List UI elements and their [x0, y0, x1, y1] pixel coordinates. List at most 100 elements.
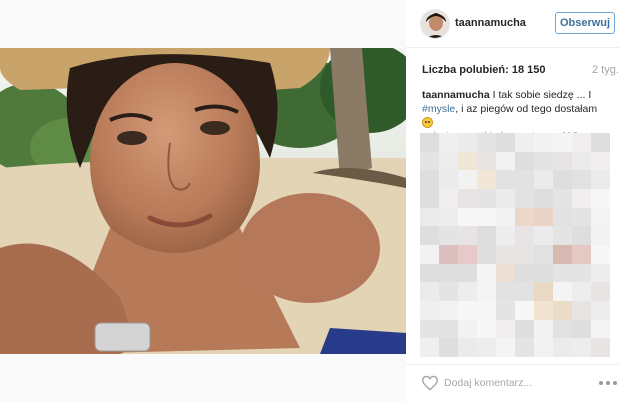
pixel-cell — [496, 226, 515, 245]
pixel-cell — [496, 207, 515, 227]
pixelated-comments — [420, 133, 610, 357]
pixel-cell — [572, 226, 591, 245]
pixel-cell — [458, 170, 477, 189]
pixel-cell — [477, 170, 496, 189]
pixel-cell — [439, 338, 458, 357]
pixel-cell — [515, 300, 534, 320]
pixel-cell — [534, 319, 553, 339]
pixel-cell — [420, 226, 439, 245]
pixel-cell — [572, 151, 591, 171]
pixel-cell — [553, 188, 572, 208]
pixel-cell — [458, 207, 477, 227]
caption-username[interactable]: taannamucha — [422, 89, 490, 101]
pixel-cell — [458, 338, 477, 357]
pixel-cell — [496, 170, 515, 189]
post-sidebar: taannamucha Obserwuj Liczba polubień: 18… — [406, 0, 620, 403]
pixel-cell — [591, 188, 610, 208]
pixel-cell — [458, 282, 477, 301]
more-options-icon[interactable] — [599, 381, 617, 387]
pixel-cell — [477, 188, 496, 208]
pixel-cell — [496, 319, 515, 339]
pixel-cell — [553, 151, 572, 171]
pixel-cell — [553, 263, 572, 283]
pixel-cell — [496, 133, 515, 152]
pixel-cell — [477, 300, 496, 320]
pixel-cell — [591, 151, 610, 171]
pixel-cell — [534, 151, 553, 171]
pixel-cell — [458, 151, 477, 171]
pixel-cell — [515, 263, 534, 283]
follow-button[interactable]: Obserwuj — [555, 12, 615, 34]
pixel-cell — [553, 170, 572, 189]
pixel-cell — [439, 282, 458, 301]
pixel-cell — [458, 133, 477, 152]
pixel-cell — [591, 263, 610, 283]
pixel-cell — [534, 244, 553, 264]
pixel-cell — [515, 338, 534, 357]
pixel-cell — [534, 300, 553, 320]
pixel-cell — [572, 338, 591, 357]
pixel-cell — [458, 188, 477, 208]
pixel-cell — [572, 244, 591, 264]
pixel-cell — [458, 300, 477, 320]
pixel-cell — [572, 319, 591, 339]
pixel-cell — [515, 188, 534, 208]
pixel-cell — [439, 207, 458, 227]
pixel-cell — [553, 282, 572, 301]
likes-count[interactable]: Liczba polubień: 18 150 — [422, 64, 545, 76]
pixel-cell — [458, 263, 477, 283]
pixel-cell — [591, 319, 610, 339]
pixel-cell — [534, 188, 553, 208]
pixel-cell — [420, 319, 439, 339]
pixel-cell — [515, 319, 534, 339]
pixel-cell — [496, 263, 515, 283]
pixel-cell — [477, 319, 496, 339]
pixel-cell — [477, 338, 496, 357]
pixel-cell — [439, 188, 458, 208]
pixel-cell — [572, 188, 591, 208]
pixel-cell — [553, 226, 572, 245]
pixel-cell — [553, 300, 572, 320]
pixel-cell — [572, 207, 591, 227]
pixel-cell — [420, 300, 439, 320]
add-comment-input[interactable] — [444, 374, 584, 392]
pixel-cell — [420, 151, 439, 171]
pixel-cell — [553, 207, 572, 227]
pixel-cell — [420, 244, 439, 264]
pixel-cell — [534, 226, 553, 245]
post-photo[interactable] — [0, 48, 406, 354]
pixel-cell — [496, 151, 515, 171]
pixel-cell — [591, 226, 610, 245]
pixel-cell — [477, 263, 496, 283]
heart-icon[interactable] — [421, 375, 439, 391]
pixel-cell — [515, 207, 534, 227]
pixel-cell — [591, 170, 610, 189]
pixel-cell — [420, 133, 439, 152]
pixel-cell — [591, 244, 610, 264]
pixel-cell — [515, 282, 534, 301]
avatar[interactable] — [420, 9, 450, 39]
post-timestamp[interactable]: 2 tyg. — [592, 64, 619, 76]
pixel-cell — [572, 282, 591, 301]
pixel-cell — [420, 338, 439, 357]
selfie-beach-image — [0, 48, 406, 354]
pixel-cell — [515, 133, 534, 152]
pixel-cell — [515, 226, 534, 245]
pixel-cell — [477, 133, 496, 152]
pixel-cell — [458, 226, 477, 245]
pixel-cell — [591, 282, 610, 301]
pixel-cell — [420, 263, 439, 283]
pixel-cell — [439, 300, 458, 320]
pixel-cell — [439, 244, 458, 264]
username-link[interactable]: taannamucha — [455, 17, 526, 29]
pixel-cell — [477, 226, 496, 245]
pixel-cell — [591, 300, 610, 320]
pixel-cell — [534, 338, 553, 357]
pixel-cell — [477, 244, 496, 264]
pixel-cell — [591, 338, 610, 357]
pixel-cell — [572, 170, 591, 189]
pixel-cell — [496, 244, 515, 264]
hashtag-link[interactable]: #mysle — [422, 103, 455, 115]
pixel-cell — [534, 170, 553, 189]
pixel-cell — [515, 244, 534, 264]
